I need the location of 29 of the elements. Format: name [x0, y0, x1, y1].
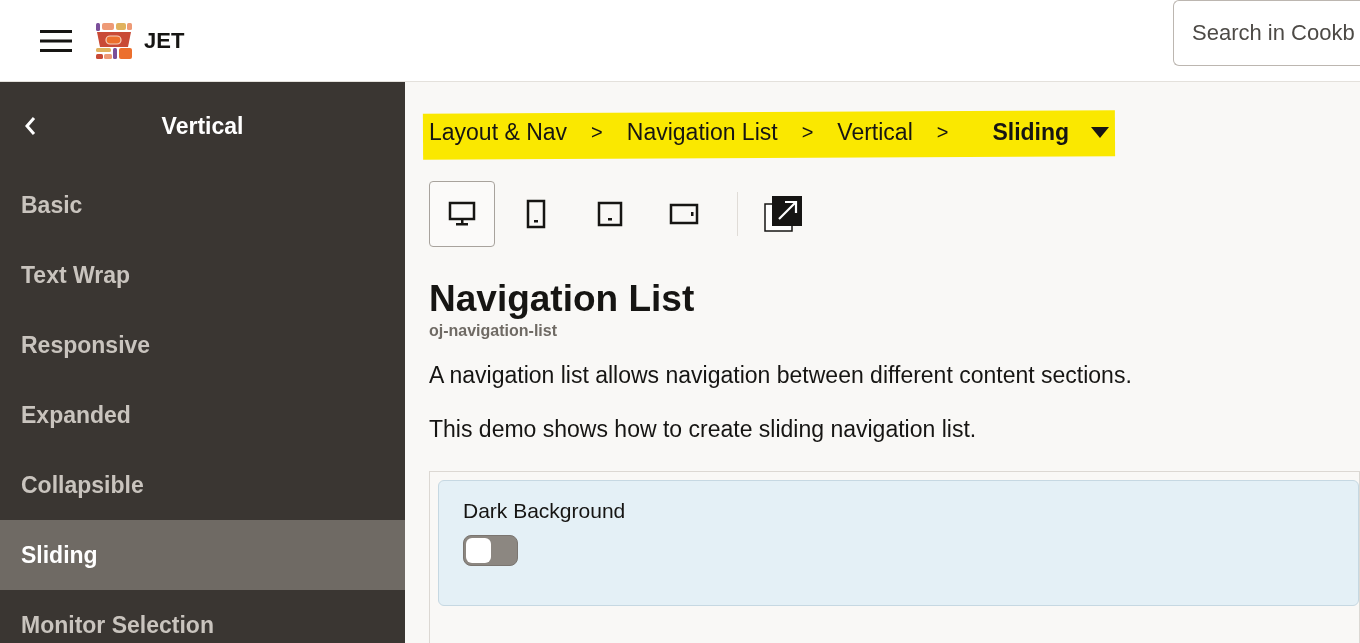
- description-text: This demo shows how to create sliding navigation list.: [429, 415, 977, 443]
- toggle-switch[interactable]: [463, 534, 518, 566]
- sidebar-item[interactable]: Responsive: [0, 310, 405, 380]
- dropdown-icon[interactable]: [1091, 126, 1110, 138]
- page-title: Navigation List: [429, 277, 696, 321]
- sidebar-title: Vertical: [161, 111, 244, 141]
- device-button[interactable]: [429, 181, 495, 247]
- external-link-icon: [764, 196, 802, 232]
- breadcrumb-link[interactable]: Layout & Nav: [429, 114, 568, 150]
- app-title: JET: [144, 27, 185, 55]
- separator: >: [591, 120, 603, 145]
- logo-icon: [96, 22, 132, 59]
- sidebar-item[interactable]: Sliding: [0, 520, 405, 590]
- sidebar-item[interactable]: Text Wrap: [0, 240, 405, 310]
- search-field[interactable]: Search in Cookb: [1173, 0, 1360, 66]
- toggle-label: Dark Background: [463, 498, 627, 524]
- breadcrumb-link[interactable]: Navigation List: [626, 114, 778, 150]
- back-icon[interactable]: [24, 116, 36, 136]
- sidebar-item[interactable]: Basic: [0, 170, 405, 240]
- menu-icon[interactable]: [40, 29, 72, 52]
- separator: >: [936, 120, 949, 145]
- separator: >: [801, 120, 814, 145]
- breadcrumb-link[interactable]: Vertical: [837, 114, 913, 150]
- sidebar-item[interactable]: Expanded: [0, 380, 405, 450]
- breadcrumb-current[interactable]: Sliding: [992, 114, 1070, 150]
- sidebar-item[interactable]: Collapsible: [0, 450, 405, 520]
- component-name: oj-navigation-list: [429, 321, 558, 341]
- description-text: A navigation list allows navigation between different content sections.: [429, 361, 1132, 389]
- sidebar-item[interactable]: Monitor Selection: [0, 590, 405, 643]
